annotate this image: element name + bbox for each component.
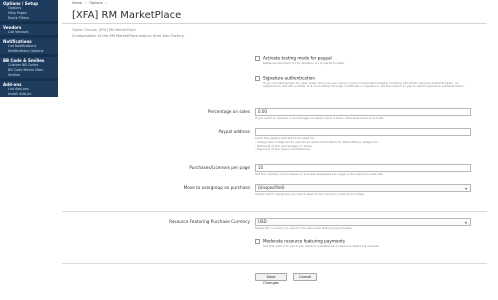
usergroup-hint: Select which usergroup you want users to… (255, 192, 365, 196)
sidebar-group-options: Options / Setup Options Help Pages Route… (0, 0, 58, 21)
breadcrumb-separator: › (85, 1, 87, 5)
page-title: [XFA] RM MarketPlace (72, 10, 182, 21)
usergroup-select-value: (Unspecified) (258, 185, 285, 190)
moderate-label: Moderate resource featuring payments (263, 238, 345, 244)
signature-auth-hint: If you are taking fees for user sales, t… (263, 80, 465, 89)
sidebar-group-vendors: Vendors List Vendors (0, 24, 58, 35)
paypal-testing-checkbox[interactable] (255, 55, 260, 61)
page-description: Configuration of the RM MarketPlace add-… (72, 34, 185, 38)
save-changes-button[interactable]: Save Changes (255, 273, 287, 285)
moderate-hint: Set this option to yes if you want to va… (263, 243, 380, 248)
chevron-down-icon: ▾ (464, 220, 467, 225)
title-divider (62, 23, 487, 24)
chevron-down-icon: ▾ (464, 186, 467, 191)
moderate-checkbox[interactable] (255, 238, 260, 244)
cancel-button[interactable]: Cancel (293, 273, 317, 281)
paypal-testing-label: Activate testing mode for paypal (263, 55, 332, 61)
sidebar-group-addons: Add-ons List Add-ons Install Add-on (0, 81, 58, 97)
paypal-address-label: Paypal address (218, 129, 250, 134)
admin-sidebar: Options / Setup Options Help Pages Route… (0, 0, 58, 120)
breadcrumb-separator: › (105, 1, 107, 5)
sidebar-group-bbcode: BB Code & Smilies Custom BB Codes BB Cod… (0, 57, 58, 78)
per-page-hint: Set the number of purchases or licenses … (255, 172, 384, 176)
breadcrumb-home[interactable]: Home (72, 1, 82, 6)
currency-hint: Select the currency to use for the resou… (255, 226, 353, 230)
currency-select[interactable]: USD ▾ (255, 218, 471, 226)
paypal-address-input[interactable] (255, 128, 471, 136)
currency-select-value: USD (258, 219, 267, 224)
main-content: Home › Options › [XFA] RM MarketPlace Op… (62, 0, 496, 300)
per-page-input[interactable]: 10 (255, 164, 471, 172)
per-page-label: Purchases/Licenses per page (189, 165, 250, 170)
percentage-input[interactable]: 0.00 (255, 108, 471, 116)
breadcrumb-options[interactable]: Options (89, 1, 102, 6)
currency-label: Resource Featuring Purchase Currency (169, 219, 250, 224)
section-divider (62, 211, 487, 212)
option-groups-label: Option Groups: [XFA] RM MarketPlace (72, 28, 136, 32)
percentage-label: Percentage on sales (207, 109, 250, 114)
percentage-hint: If you want to retrieve a percentage on … (255, 116, 385, 120)
paypal-testing-hint: Replaces standard url by sandbox url to … (263, 60, 345, 65)
sidebar-item-install-addon[interactable]: Install Add-on (0, 92, 58, 97)
paypal-address-hint-item: - Payment of the resources featuring (255, 147, 311, 152)
signature-auth-checkbox[interactable] (255, 75, 260, 81)
sidebar-group-notifications: Notifications List Notifications Notific… (0, 38, 58, 54)
form-buttons: Save Changes Cancel (255, 273, 317, 285)
usergroup-select[interactable]: (Unspecified) ▾ (255, 184, 471, 192)
signature-auth-label: Signature authentication (263, 75, 315, 81)
section-divider (62, 263, 487, 264)
usergroup-label: Move to usergroup on purchase (183, 185, 250, 190)
breadcrumb: Home › Options › (72, 1, 496, 6)
